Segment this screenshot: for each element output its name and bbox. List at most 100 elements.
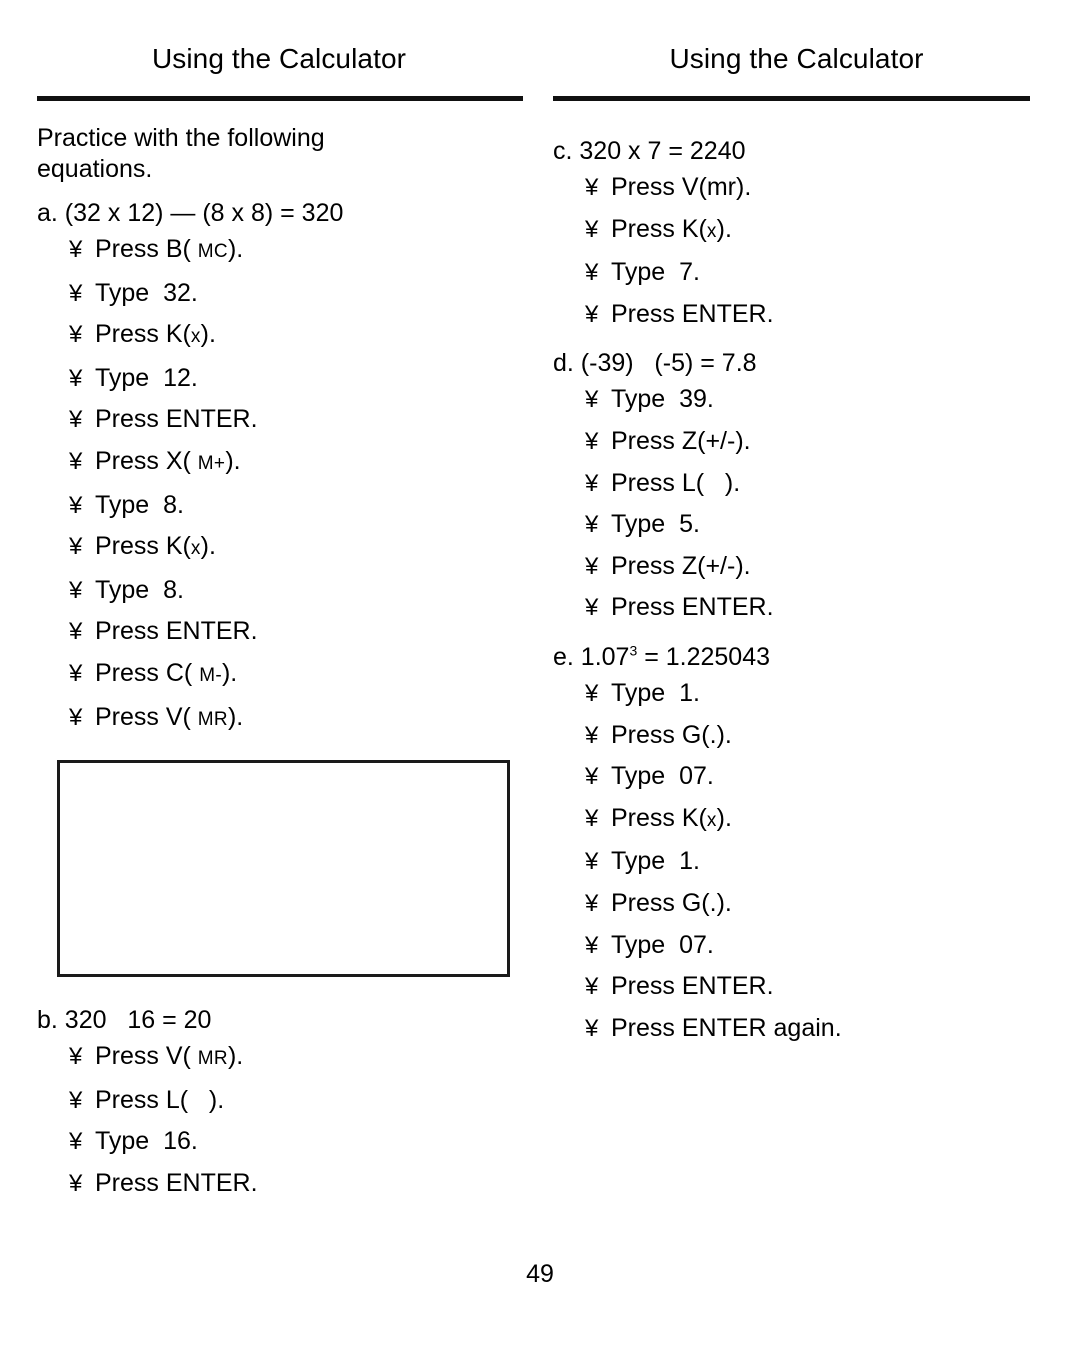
- bullet-glyph-icon: ¥: [585, 679, 599, 707]
- instruction-step: ¥ Press V(mr).: [553, 167, 1040, 209]
- instruction-step-list: ¥ Press V( MR). ¥ Press L( ). ¥ Type 16. ¥ Pres…: [37, 1036, 521, 1204]
- step-text: Type 32.: [95, 278, 198, 307]
- step-text: Press L( ).: [611, 468, 741, 497]
- step-key-label: x: [706, 220, 717, 242]
- right-equation-list: c. 320 x 7 = 2240 ¥ Press V(mr). ¥ Press K(x…: [553, 123, 1040, 1049]
- bullet-glyph-icon: ¥: [585, 174, 599, 201]
- bullet-glyph-icon: ¥: [585, 511, 599, 539]
- step-text-tail: ).: [227, 1042, 244, 1071]
- instruction-step: ¥ Press L( ).: [553, 463, 1040, 505]
- step-text: Press K(: [95, 320, 191, 349]
- instruction-step: ¥ Press K(x).: [553, 209, 1040, 253]
- left-column: Using the Calculator Practice with the f…: [0, 0, 527, 1205]
- bullet-glyph-icon: ¥: [69, 1169, 83, 1197]
- step-text: Press X(: [95, 446, 198, 475]
- two-column-layout: Using the Calculator Practice with the f…: [0, 0, 1080, 1205]
- instruction-step: ¥ Press C( M-).: [37, 653, 521, 697]
- step-text: Press ENTER again.: [611, 1013, 842, 1042]
- instruction-step: ¥ Press K(x).: [37, 526, 521, 570]
- step-text: Type 8.: [95, 575, 184, 604]
- instruction-step-list: ¥ Type 39. ¥ Press Z(+/-). ¥ Press L( ). ¥ Type…: [553, 379, 1040, 629]
- bullet-glyph-icon: ¥: [585, 804, 599, 832]
- step-text: Press G(.).: [611, 888, 732, 917]
- step-text: Press K(: [611, 214, 707, 243]
- bullet-glyph-icon: ¥: [585, 848, 599, 876]
- instruction-step: ¥ Press V( MR).: [37, 697, 521, 741]
- step-text: Press ENTER.: [95, 617, 258, 646]
- step-text: Press B(: [95, 235, 198, 263]
- step-text-tail: ).: [716, 214, 732, 243]
- bullet-glyph-icon: ¥: [69, 1086, 83, 1114]
- bullet-glyph-icon: ¥: [585, 721, 599, 749]
- bullet-glyph-icon: ¥: [69, 279, 83, 307]
- step-text: Press V(: [95, 702, 198, 731]
- step-text: Type 1.: [611, 847, 700, 876]
- step-text-tail: ).: [227, 702, 244, 731]
- bullet-glyph-icon: ¥: [585, 594, 599, 622]
- bullet-glyph-icon: ¥: [69, 236, 83, 263]
- document-page: Using the Calculator Practice with the f…: [0, 0, 1080, 1349]
- intro-paragraph: Practice with the following equations.: [37, 124, 325, 183]
- instruction-step: ¥ Type 8.: [37, 570, 521, 612]
- step-text: Press L( ).: [95, 1085, 225, 1114]
- instruction-step: ¥ Press B( MC).: [37, 229, 521, 273]
- instruction-step: ¥ Press ENTER.: [553, 294, 1040, 336]
- step-text: Type 16.: [95, 1127, 198, 1156]
- right-column-heading: Using the Calculator: [669, 43, 924, 74]
- instruction-step: ¥ Press ENTER.: [37, 611, 521, 653]
- right-column: Using the Calculator c. 320 x 7 = 2240 ¥ P…: [527, 0, 1080, 1205]
- instruction-step: ¥ Press V( MR).: [37, 1036, 521, 1080]
- instruction-step: ¥ Press ENTER.: [37, 1163, 521, 1205]
- left-equation-list: a. (32 x 12) — (8 x 8) = 320 ¥ Press B( MC…: [37, 185, 521, 1205]
- step-text: Type 7.: [611, 258, 700, 287]
- instruction-step: ¥ Press ENTER again.: [553, 1008, 1040, 1050]
- step-text: Type 07.: [611, 930, 714, 959]
- instruction-step: ¥ Type 12.: [37, 358, 521, 400]
- instruction-step: ¥ Press K(x).: [553, 798, 1040, 842]
- instruction-step: ¥ Press X( M+).: [37, 441, 521, 485]
- equation-base: e. 1.07: [553, 642, 630, 671]
- instruction-step: ¥ Type 32.: [37, 273, 521, 315]
- equation-line: d. (-39) (-5) = 7.8: [553, 349, 757, 378]
- step-text: Press K(: [611, 803, 707, 832]
- instruction-step: ¥ Press Z(+/-).: [553, 546, 1040, 588]
- step-text: Type 5.: [611, 510, 700, 539]
- left-column-heading: Using the Calculator: [151, 43, 407, 74]
- step-key-label: MC: [197, 241, 228, 262]
- equation-line: c. 320 x 7 = 2240: [553, 137, 746, 165]
- instruction-step-list: ¥ Type 1. ¥ Press G(.). ¥ Type 07. ¥ Press K(x)…: [553, 673, 1040, 1049]
- step-key-label: MR: [197, 708, 228, 730]
- step-text: Press ENTER.: [95, 405, 258, 434]
- left-column-body: Practice with the following equations. a…: [37, 101, 521, 1205]
- instruction-step: ¥ Type 16.: [37, 1121, 521, 1163]
- box-spacer: [37, 977, 521, 992]
- step-key-label: x: [190, 326, 201, 348]
- step-text: Press Z(+/-).: [611, 551, 751, 580]
- bullet-glyph-icon: ¥: [69, 576, 83, 604]
- step-text: Press V(: [95, 1042, 198, 1071]
- equation-line: e. 1.073 = 1.225043: [553, 629, 1040, 673]
- bullet-glyph-icon: ¥: [585, 427, 599, 455]
- instruction-step: ¥ Type 39.: [553, 379, 1040, 421]
- bullet-glyph-icon: ¥: [585, 1014, 599, 1042]
- instruction-step: ¥ Press Z(+/-).: [553, 421, 1040, 463]
- bullet-glyph-icon: ¥: [69, 533, 83, 561]
- step-key-label: x: [706, 809, 717, 831]
- step-text-tail: ).: [200, 320, 216, 349]
- answer-work-box: [57, 760, 510, 978]
- step-key-label: x: [190, 538, 201, 560]
- equation-line: b. 320 16 = 20: [37, 1006, 212, 1035]
- step-key-label: M+: [197, 452, 226, 474]
- instruction-step: ¥ Press L( ).: [37, 1080, 521, 1122]
- bullet-glyph-icon: ¥: [69, 447, 83, 475]
- bullet-glyph-icon: ¥: [585, 889, 599, 917]
- bullet-glyph-icon: ¥: [585, 931, 599, 959]
- step-text: Press ENTER.: [611, 593, 774, 622]
- bullet-glyph-icon: ¥: [69, 364, 83, 392]
- instruction-step: ¥ Press K(x).: [37, 314, 521, 358]
- bullet-glyph-icon: ¥: [69, 321, 83, 349]
- bullet-glyph-icon: ¥: [585, 386, 599, 414]
- step-text: Press V(mr).: [611, 173, 752, 201]
- instruction-step: ¥ Press G(.).: [553, 715, 1040, 757]
- bullet-glyph-icon: ¥: [585, 552, 599, 580]
